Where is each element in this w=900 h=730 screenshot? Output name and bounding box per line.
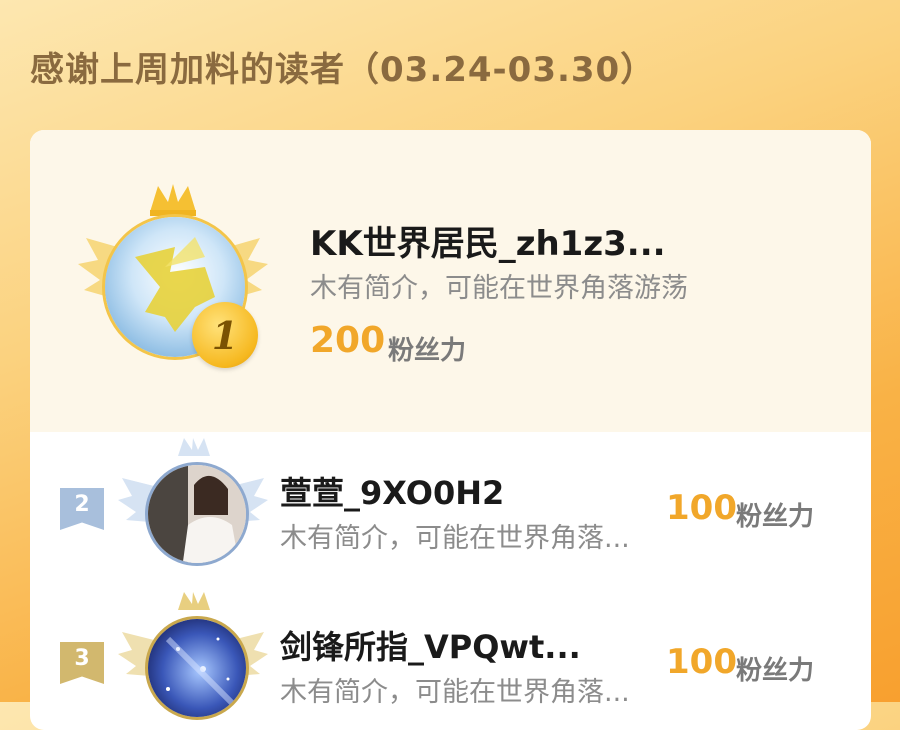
reader-score: 100 [666, 488, 737, 528]
page-title: 感谢上周加料的读者（03.24-03.30） [30, 50, 656, 90]
top-reader-unit: 粉丝力 [388, 336, 467, 366]
reader-name[interactable]: 剑锋所指_VPQwt... [280, 622, 581, 668]
reader-bio: 木有简介，可能在世界角落... [280, 677, 630, 708]
reader-avatar[interactable] [145, 616, 249, 720]
list-item[interactable]: 2 萱萱_9XO0H2 木有简介，可能在世界角落... 100 粉丝力 [30, 432, 871, 582]
reader-bio: 木有简介，可能在世界角落... [280, 523, 630, 554]
top-reader-item[interactable]: 1 KK世界居民_zh1z3... 木有简介，可能在世界角落游荡 200 粉丝力 [30, 130, 871, 432]
reader-ranking-card: 1 KK世界居民_zh1z3... 木有简介，可能在世界角落游荡 200 粉丝力… [30, 130, 871, 730]
reader-score: 100 [666, 642, 737, 682]
list-item[interactable]: 3 剑锋所指_VPQwt... 木有简介，可能在世界角落... 100 粉丝力 [30, 586, 871, 730]
rank-medal-1: 1 [192, 302, 258, 368]
reader-avatar[interactable] [145, 462, 249, 566]
top-reader-name[interactable]: KK世界居民_zh1z3... [310, 216, 666, 265]
rank-badge-2: 2 [60, 488, 104, 530]
top-reader-bio: 木有简介，可能在世界角落游荡 [310, 273, 688, 304]
top-reader-score: 200 [310, 320, 386, 361]
reader-name[interactable]: 萱萱_9XO0H2 [280, 468, 504, 514]
reader-unit: 粉丝力 [736, 656, 815, 686]
rank-badge-3: 3 [60, 642, 104, 684]
reader-unit: 粉丝力 [736, 502, 815, 532]
